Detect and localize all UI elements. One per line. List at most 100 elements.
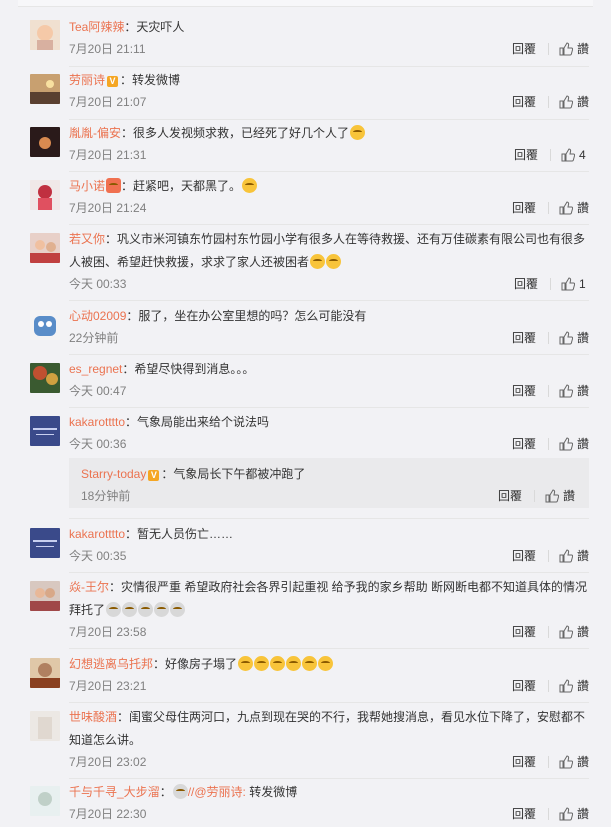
comment-text-2: 转发微博 — [245, 785, 298, 799]
username[interactable]: 胤胤-偏安 — [69, 126, 121, 140]
username[interactable]: 焱-王尔 — [69, 580, 109, 594]
avatar[interactable] — [30, 233, 60, 263]
thumbs-up-icon[interactable] — [559, 807, 573, 821]
like-count[interactable]: 讚 — [563, 488, 575, 504]
emoji-icon — [106, 602, 122, 617]
reply-button[interactable]: 回覆 — [512, 200, 536, 216]
reply-button[interactable]: 回覆 — [512, 806, 536, 822]
reply-button[interactable]: 回覆 — [512, 678, 536, 694]
reply-button[interactable]: 回覆 — [512, 41, 536, 57]
timestamp: 22分钟前 — [69, 331, 119, 345]
like-count[interactable]: 讚 — [577, 41, 589, 57]
avatar[interactable] — [30, 658, 60, 688]
username[interactable]: 幻想逃离乌托邦 — [69, 657, 153, 671]
like-count[interactable]: 1 — [579, 276, 589, 292]
comment-body: 心动02009：服了，坐在办公室里想的吗？怎么可能没有 — [69, 307, 366, 325]
reply-button[interactable]: 回覆 — [512, 330, 536, 346]
username[interactable]: 千与千寻_大步溜 — [69, 785, 160, 799]
username[interactable]: 马小诺 — [69, 179, 105, 193]
thumbs-up-icon[interactable] — [559, 331, 573, 345]
reply-button[interactable]: 回覆 — [514, 147, 538, 163]
timestamp: 今天 00:35 — [69, 549, 127, 563]
like-count[interactable]: 讚 — [577, 200, 589, 216]
avatar[interactable] — [30, 74, 60, 104]
like-count[interactable]: 讚 — [577, 94, 589, 110]
reply-button[interactable]: 回覆 — [512, 94, 536, 110]
thumbs-up-icon[interactable] — [559, 95, 573, 109]
crying-emoji-icon — [326, 254, 342, 269]
divider — [547, 680, 549, 692]
comment-actions: 回覆 讚 — [512, 94, 589, 110]
thumbs-up-icon[interactable] — [545, 489, 559, 503]
thumbs-up-icon[interactable] — [559, 625, 573, 639]
avatar[interactable] — [30, 711, 60, 741]
reply-button[interactable]: 回覆 — [512, 383, 536, 399]
comment-text: ：闺蜜父母住两河口，九点到现在哭的不行，我帮她搜消息，看见水位下降了，安慰都不知… — [69, 710, 586, 747]
row-divider — [69, 518, 589, 519]
like-count[interactable]: 讚 — [577, 383, 589, 399]
thumbs-up-icon[interactable] — [559, 679, 573, 693]
username[interactable]: kakarotttto — [69, 415, 125, 429]
emoji-icon — [254, 656, 270, 671]
username[interactable]: es_regnet — [69, 362, 122, 376]
comment-actions: 回覆 讚 — [512, 41, 589, 57]
comment-actions: 回覆 讚 — [512, 806, 589, 822]
reply-button[interactable]: 回覆 — [512, 548, 536, 564]
reply-button[interactable]: 回覆 — [512, 624, 536, 640]
comment-body: Tea阿辣辣：天灾吓人 — [69, 18, 184, 36]
username[interactable]: 劳丽诗 — [69, 73, 105, 87]
like-count[interactable]: 讚 — [577, 754, 589, 770]
thumbs-up-icon[interactable] — [561, 148, 575, 162]
comment-item: 焱-王尔：灾情很严重 希望政府社会各界引起重视 给予我的家乡帮助 断网断电都不知… — [0, 573, 611, 649]
thumbs-up-icon[interactable] — [561, 277, 575, 291]
like-count[interactable]: 4 — [579, 147, 589, 163]
reply-button[interactable]: 回覆 — [512, 754, 536, 770]
reply-button[interactable]: 回覆 — [514, 276, 538, 292]
thumbs-up-icon[interactable] — [559, 42, 573, 56]
avatar[interactable] — [30, 20, 60, 50]
thumbs-up-icon[interactable] — [559, 755, 573, 769]
like-count[interactable]: 讚 — [577, 330, 589, 346]
username[interactable]: 心动02009 — [69, 309, 126, 323]
comment-body: 马小诺 ：赶紧吧，天都黑了。 — [69, 177, 258, 195]
thumbs-up-icon[interactable] — [559, 384, 573, 398]
timestamp: 今天 00:36 — [69, 437, 127, 451]
thumbs-up-icon[interactable] — [559, 437, 573, 451]
comment-text: ：好像房子塌了 — [153, 657, 238, 671]
thumbs-up-icon[interactable] — [559, 549, 573, 563]
comment-text: ：天灾吓人 — [124, 20, 185, 34]
username[interactable]: Starry-today — [81, 467, 146, 481]
divider — [533, 490, 535, 502]
avatar[interactable] — [30, 127, 60, 157]
reply-button[interactable]: 回覆 — [498, 488, 522, 504]
verified-icon: V — [148, 470, 160, 481]
reply-button[interactable]: 回覆 — [512, 436, 536, 452]
thumbs-up-icon[interactable] — [559, 201, 573, 215]
timestamp: 7月20日 23:02 — [69, 755, 147, 769]
comment-text: ：气象局能出来给个说法吗 — [125, 415, 270, 429]
like-count[interactable]: 讚 — [577, 624, 589, 640]
like-count[interactable]: 讚 — [577, 806, 589, 822]
avatar[interactable] — [30, 786, 60, 816]
like-count[interactable]: 讚 — [577, 436, 589, 452]
emoji-icon — [122, 602, 138, 617]
comment-item: 劳丽诗 V ：转发微博 7月20日 21:07 回覆 讚 — [0, 66, 611, 120]
comment-text: ：服了，坐在办公室里想的吗？怎么可能没有 — [126, 309, 367, 323]
emoji-icon — [318, 656, 334, 671]
mention-link[interactable]: //@劳丽诗: — [188, 785, 246, 799]
username[interactable]: kakarotttto — [69, 527, 125, 541]
avatar[interactable] — [30, 416, 60, 446]
like-count[interactable]: 讚 — [577, 548, 589, 564]
avatar[interactable] — [30, 581, 60, 611]
like-count[interactable]: 讚 — [577, 678, 589, 694]
comment-item: 若又你：巩义市米河镇东竹园村东竹园小学有很多人在等待救援、还有万佳碳素有限公司也… — [0, 225, 611, 301]
avatar[interactable] — [30, 363, 60, 393]
avatar[interactable] — [30, 528, 60, 558]
timestamp: 今天 00:47 — [69, 384, 127, 398]
comment-body: 若又你：巩义市米河镇东竹园村东竹园小学有很多人在等待救援、还有万佳碳素有限公司也… — [69, 228, 589, 274]
avatar[interactable] — [30, 180, 60, 210]
username[interactable]: 世味酸酒 — [69, 710, 117, 724]
avatar[interactable] — [30, 310, 60, 340]
username[interactable]: 若又你 — [69, 232, 105, 246]
username[interactable]: Tea阿辣辣 — [69, 20, 124, 34]
